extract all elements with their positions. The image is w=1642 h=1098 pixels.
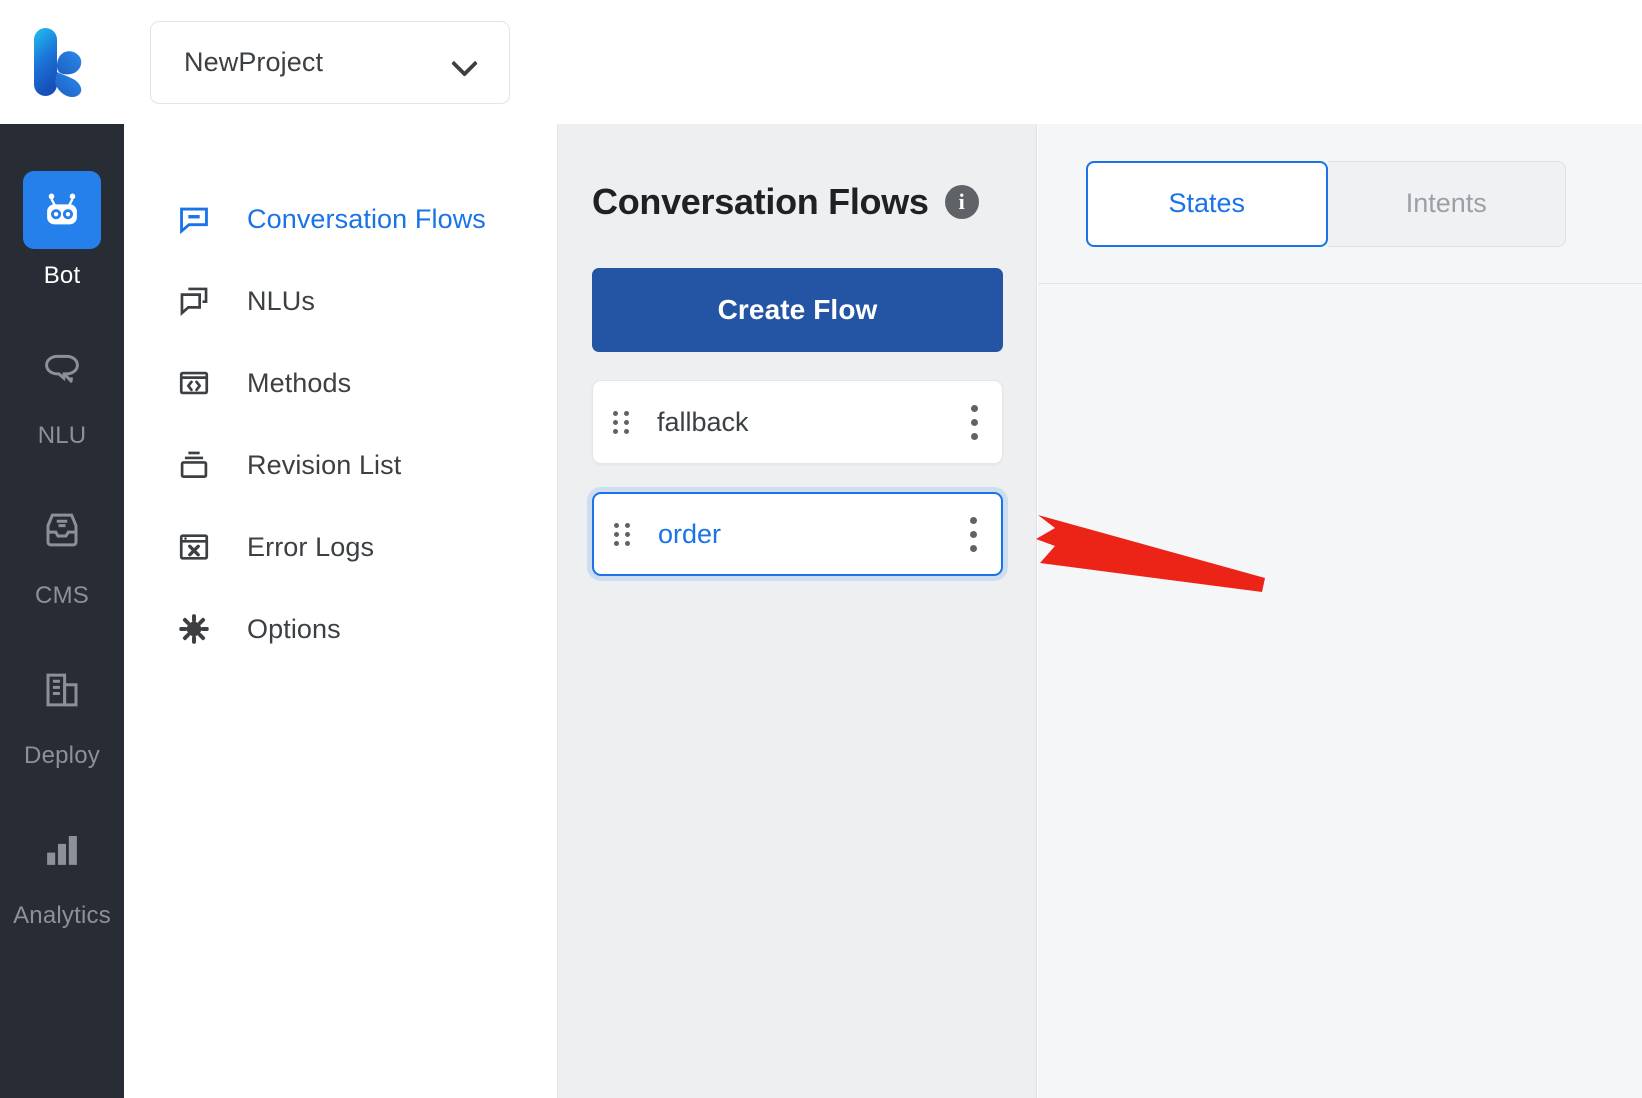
nav-item-options[interactable]: Options [124, 588, 557, 670]
info-icon[interactable]: i [944, 185, 979, 219]
building-icon [23, 651, 101, 729]
page-title: Conversation Flows [592, 181, 929, 222]
sidebar-item-nlu-label: NLU [37, 422, 87, 449]
project-selector[interactable]: NewProject [150, 20, 510, 104]
chat-stack-icon [171, 284, 217, 318]
states-intents-tabbar: States Intents [1038, 124, 1642, 284]
flow-card-fallback[interactable]: fallback [592, 380, 1003, 464]
nav-item-revision-list[interactable]: Revision List [124, 424, 557, 506]
sidebar-item-nlu[interactable]: NLU [0, 331, 124, 450]
code-window-icon [171, 366, 217, 400]
kebab-menu-icon[interactable] [970, 404, 978, 440]
sidebar-item-bot[interactable]: Bot [0, 171, 124, 290]
archive-box-icon [171, 448, 217, 482]
inbox-tray-icon [23, 491, 101, 569]
gear-icon [171, 612, 217, 646]
flows-panel-header: Conversation Flows i [592, 181, 1002, 223]
tab-states[interactable]: States [1086, 160, 1328, 247]
error-window-icon [171, 530, 217, 564]
nav-item-methods[interactable]: Methods [124, 342, 557, 424]
flow-name-label: order [658, 518, 722, 549]
secondary-nav: Conversation Flows NLUs Methods Revision… [124, 124, 558, 1098]
nav-item-error-logs-label: Error Logs [247, 531, 375, 562]
flow-card-order[interactable]: order [592, 492, 1003, 576]
nav-item-methods-label: Methods [247, 367, 352, 398]
nav-item-error-logs[interactable]: Error Logs [124, 506, 557, 588]
drag-handle-icon[interactable] [613, 410, 631, 434]
kebab-menu-icon[interactable] [969, 516, 977, 552]
tab-group: States Intents [1086, 160, 1566, 247]
sidebar-item-bot-label: Bot [43, 262, 81, 289]
sidebar-item-analytics[interactable]: Analytics [0, 811, 124, 930]
sidebar-item-cms[interactable]: CMS [0, 491, 124, 610]
nav-item-nlus[interactable]: NLUs [124, 260, 557, 342]
drag-handle-icon[interactable] [614, 522, 632, 546]
flow-canvas-empty[interactable] [1038, 284, 1642, 1097]
create-flow-button[interactable]: Create Flow [592, 268, 1003, 352]
app-header: NewProject [0, 0, 1642, 124]
flow-detail-panel: States Intents [1038, 124, 1642, 1098]
sidebar-item-cms-label: CMS [35, 582, 89, 609]
sidebar-item-analytics-label: Analytics [13, 902, 111, 929]
robot-icon [23, 171, 101, 249]
nav-item-options-label: Options [247, 613, 341, 644]
speech-square-icon [171, 202, 217, 236]
app-logo[interactable] [0, 0, 124, 124]
sidebar-item-deploy-label: Deploy [24, 742, 100, 769]
bar-chart-icon [23, 811, 101, 889]
sidebar-item-deploy[interactable]: Deploy [0, 651, 124, 770]
nav-item-revision-list-label: Revision List [247, 449, 402, 480]
nav-item-conversation-flows-label: Conversation Flows [247, 203, 486, 234]
nav-item-conversation-flows[interactable]: Conversation Flows [124, 178, 557, 260]
tab-intents[interactable]: Intents [1327, 160, 1566, 247]
project-name-label: NewProject [184, 46, 324, 77]
nav-item-nlus-label: NLUs [247, 285, 315, 316]
conversation-flows-panel: Conversation Flows i Create Flow fallbac… [558, 124, 1037, 1098]
flow-name-label: fallback [657, 406, 749, 437]
chevron-down-icon [453, 54, 479, 70]
chat-bubble-icon [23, 331, 101, 409]
kotodama-k-logo-icon [34, 28, 82, 98]
primary-sidebar: Bot NLU CMS Deploy Analytics [0, 124, 124, 1098]
